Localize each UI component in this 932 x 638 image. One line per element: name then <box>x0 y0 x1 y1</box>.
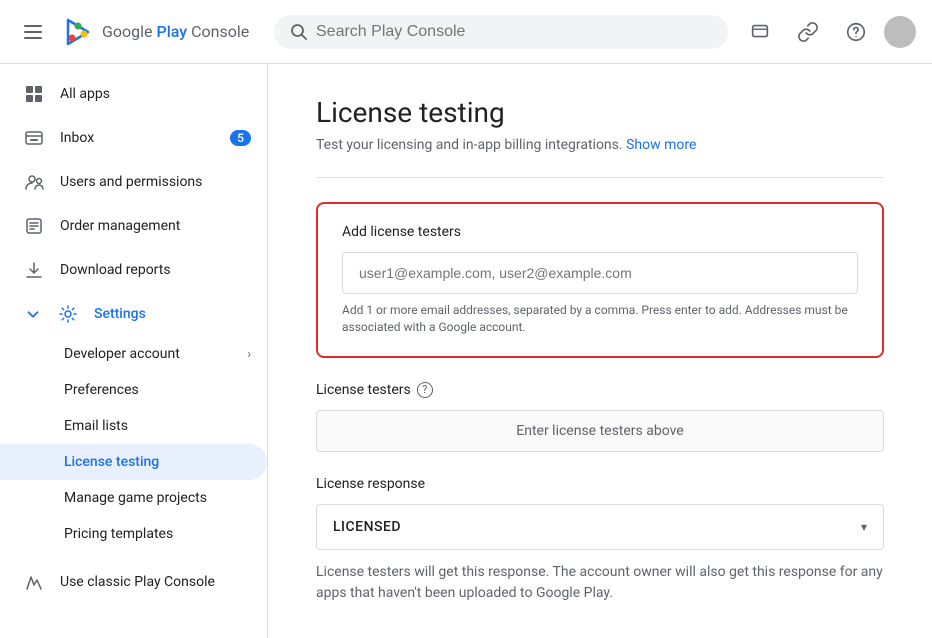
inbox-icon <box>24 128 44 148</box>
help-icon[interactable]: ? <box>417 382 433 398</box>
users-label: Users and permissions <box>60 174 202 190</box>
sidebar-item-users[interactable]: Users and permissions <box>0 160 267 204</box>
body-layout: All apps Inbox 5 Us <box>0 64 932 638</box>
sidebar-item-order[interactable]: Order management <box>0 204 267 248</box>
developer-chevron-icon: › <box>247 347 251 361</box>
sidebar: All apps Inbox 5 Us <box>0 64 268 638</box>
add-testers-box: Add license testers Add 1 or more email … <box>316 202 884 358</box>
sidebar-item-preferences[interactable]: Preferences <box>0 372 267 408</box>
search-input[interactable] <box>316 23 712 41</box>
inbox-badge: 5 <box>230 130 251 146</box>
search-icon <box>290 23 308 41</box>
top-header: Google Play Console <box>0 0 932 64</box>
testers-placeholder: Enter license testers above <box>316 410 884 452</box>
sidebar-item-classic[interactable]: Use classic Play Console <box>0 560 267 604</box>
developer-account-label: Developer account <box>64 346 180 362</box>
license-response-dropdown[interactable]: LICENSED ▾ <box>316 504 884 550</box>
all-apps-icon <box>24 84 44 104</box>
all-apps-label: All apps <box>60 86 110 102</box>
settings-icon <box>58 304 78 324</box>
sidebar-item-developer-account[interactable]: Developer account › <box>0 336 267 372</box>
logo-text: Google Play Console <box>102 22 249 41</box>
classic-icon <box>24 572 44 592</box>
license-testing-label: License testing <box>64 454 159 470</box>
settings-label: Settings <box>94 306 146 322</box>
link-button[interactable] <box>788 12 828 52</box>
header-actions <box>740 12 916 52</box>
dropdown-chevron-icon: ▾ <box>861 520 867 534</box>
sidebar-item-manage-game[interactable]: Manage game projects <box>0 480 267 516</box>
inbox-label: Inbox <box>60 130 94 146</box>
preferences-label: Preferences <box>64 382 139 398</box>
sidebar-item-license-testing[interactable]: License testing <box>0 444 267 480</box>
download-label: Download reports <box>60 262 171 278</box>
page-title: License testing <box>316 96 884 129</box>
license-response-value: LICENSED <box>333 519 401 535</box>
add-testers-label: Add license testers <box>342 224 858 240</box>
sidebar-item-all-apps[interactable]: All apps <box>0 72 267 116</box>
pricing-label: Pricing templates <box>64 526 173 542</box>
sidebar-item-email-lists[interactable]: Email lists <box>0 408 267 444</box>
users-icon <box>24 172 44 192</box>
input-hint: Add 1 or more email addresses, separated… <box>342 302 858 336</box>
download-icon <box>24 260 44 280</box>
email-lists-label: Email lists <box>64 418 128 434</box>
help-button[interactable] <box>836 12 876 52</box>
license-testers-section-label: License testers ? <box>316 382 884 398</box>
notifications-button[interactable] <box>740 12 780 52</box>
avatar[interactable] <box>884 16 916 48</box>
response-hint: License testers will get this response. … <box>316 562 884 604</box>
hamburger-menu[interactable] <box>16 17 50 47</box>
classic-label: Use classic Play Console <box>60 574 215 590</box>
logo-icon <box>62 16 94 48</box>
email-input[interactable] <box>342 252 858 294</box>
search-bar <box>274 15 728 49</box>
manage-game-label: Manage game projects <box>64 490 207 506</box>
chevron-down-icon <box>24 305 42 323</box>
order-icon <box>24 216 44 236</box>
page-subtitle: Test your licensing and in-app billing i… <box>316 137 884 153</box>
sidebar-item-download[interactable]: Download reports <box>0 248 267 292</box>
show-more-link[interactable]: Show more <box>626 137 696 153</box>
divider <box>316 177 884 178</box>
order-label: Order management <box>60 218 180 234</box>
sidebar-item-inbox[interactable]: Inbox 5 <box>0 116 267 160</box>
license-response-label: License response <box>316 476 884 492</box>
logo-area: Google Play Console <box>62 16 262 48</box>
sidebar-item-settings[interactable]: Settings <box>0 292 267 336</box>
sidebar-item-pricing[interactable]: Pricing templates <box>0 516 267 552</box>
main-content: License testing Test your licensing and … <box>268 64 932 638</box>
